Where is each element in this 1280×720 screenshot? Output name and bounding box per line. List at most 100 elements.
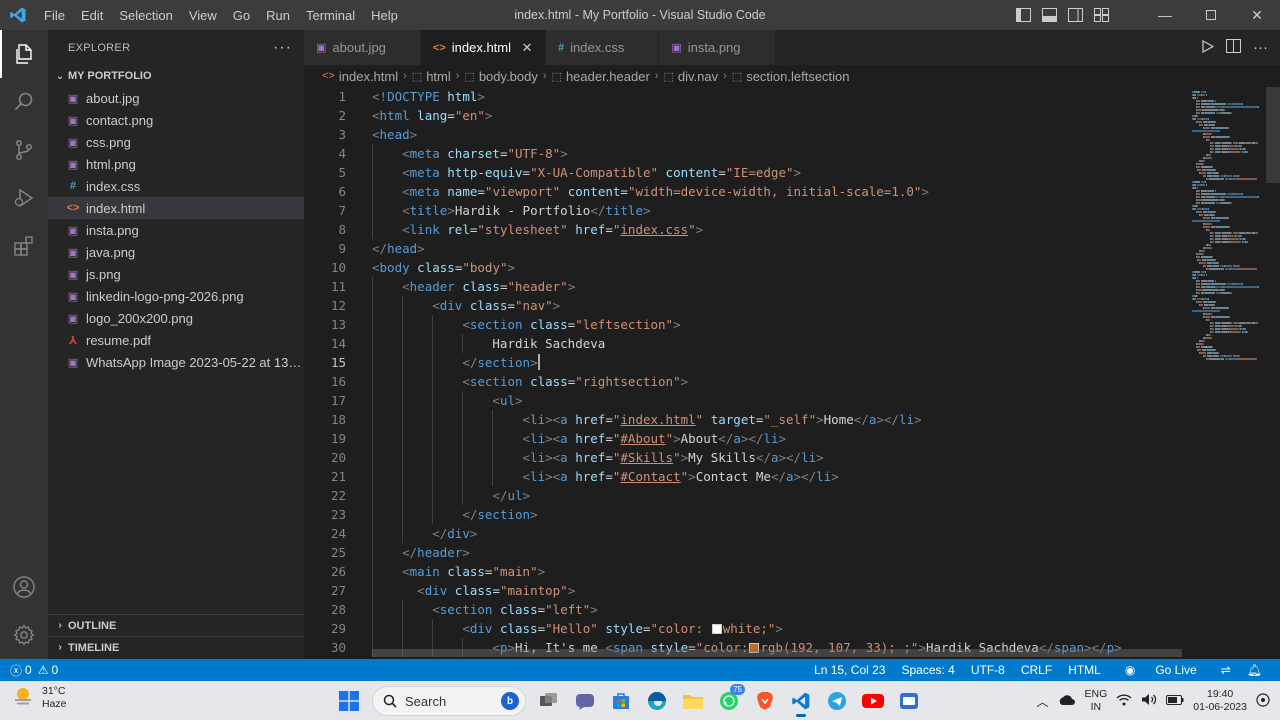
language-indicator[interactable]: ENG IN — [1085, 688, 1108, 714]
maximize-icon[interactable] — [1188, 0, 1234, 30]
outline-section[interactable]: › OUTLINE — [48, 614, 304, 636]
menu-item-edit[interactable]: Edit — [73, 8, 111, 23]
code-text: </ul> — [492, 488, 531, 503]
breadcrumb-item[interactable]: ⬚ html — [412, 69, 451, 84]
toggle-secondary-sidebar-icon[interactable] — [1066, 6, 1084, 24]
folder-header[interactable]: ⌄ MY PORTFOLIO — [48, 65, 304, 87]
feedback-icon[interactable]: ⇌ — [1213, 663, 1239, 677]
horizontal-scrollbar[interactable] — [372, 647, 1184, 657]
indentation[interactable]: Spaces: 4 — [893, 663, 962, 677]
file-item[interactable]: ▣ WhatsApp Image 2023-05-22 at 13.3... — [48, 351, 304, 373]
source-control-icon[interactable] — [0, 126, 48, 174]
problems-indicator[interactable]: ⓧ 0 ⚠ 0 — [10, 662, 58, 679]
tab-about-jpg[interactable]: ▣ about.jpg — [304, 30, 421, 65]
taskbar-search[interactable]: Search b — [372, 686, 526, 716]
menu-item-selection[interactable]: Selection — [111, 8, 180, 23]
file-explorer-icon[interactable] — [676, 684, 710, 718]
youtube-icon[interactable] — [856, 684, 890, 718]
onedrive-cloud-icon[interactable] — [1058, 694, 1076, 709]
color-swatch[interactable] — [711, 624, 722, 634]
menu-item-help[interactable]: Help — [363, 8, 406, 23]
html-icon: <> — [322, 70, 335, 82]
timeline-section[interactable]: › TIMELINE — [48, 636, 304, 658]
brave-browser-icon[interactable] — [748, 684, 782, 718]
file-item[interactable]: ▣ logo_200x200.png — [48, 307, 304, 329]
accounts-icon[interactable] — [0, 563, 48, 611]
file-item[interactable]: ▣ html.png — [48, 153, 304, 175]
file-item[interactable]: <> index.html — [48, 197, 304, 219]
task-view-icon[interactable] — [532, 684, 566, 718]
telegram-icon[interactable] — [820, 684, 854, 718]
battery-icon[interactable] — [1166, 694, 1184, 708]
menu-item-terminal[interactable]: Terminal — [298, 8, 363, 23]
breadcrumb-item[interactable]: ⬚ body.body — [464, 69, 537, 84]
more-actions-icon[interactable]: ··· — [1253, 39, 1268, 56]
go-live-button[interactable]: ◉ Go Live — [1109, 663, 1213, 677]
windows-start-icon[interactable] — [332, 684, 366, 718]
minimap[interactable] — [1184, 87, 1280, 657]
manage-gear-icon[interactable] — [0, 611, 48, 659]
tab-index-html[interactable]: <> index.html ✕ — [420, 30, 547, 65]
toggle-primary-sidebar-icon[interactable] — [1014, 6, 1032, 24]
file-item[interactable]: ▣ insta.png — [48, 219, 304, 241]
split-editor-icon[interactable] — [1226, 39, 1241, 56]
app-window-icon[interactable] — [892, 684, 926, 718]
menu-item-view[interactable]: View — [181, 8, 225, 23]
breadcrumb-label: section.leftsection — [746, 68, 850, 84]
line-number: 21 — [330, 469, 346, 484]
minimize-icon[interactable]: — — [1142, 0, 1188, 30]
volume-icon[interactable] — [1141, 693, 1157, 709]
line-number: 23 — [330, 507, 346, 522]
code-line: 16 <section class="rightsection"> — [304, 372, 1184, 391]
whatsapp-icon[interactable]: 75 — [712, 684, 746, 718]
file-item[interactable]: # index.css — [48, 175, 304, 197]
language-mode[interactable]: HTML — [1060, 663, 1109, 677]
breadcrumb-item[interactable]: <> index.html — [322, 69, 398, 84]
extensions-icon[interactable] — [0, 222, 48, 270]
run-icon[interactable] — [1202, 39, 1215, 56]
file-item[interactable]: ▣ java.png — [48, 241, 304, 263]
file-item[interactable]: ▣ css.png — [48, 131, 304, 153]
image-icon: ▣ — [67, 290, 79, 303]
breadcrumb-item[interactable]: ⬚ header.header — [552, 69, 650, 84]
file-item[interactable]: ⅄ resume.pdf — [48, 329, 304, 351]
clock[interactable]: 19:40 01-06-2023 — [1193, 688, 1247, 714]
line-ending[interactable]: CRLF — [1013, 663, 1060, 677]
tab-index-css[interactable]: # index.css — [546, 30, 660, 65]
explorer-icon[interactable] — [0, 30, 48, 78]
element-icon: ⬚ — [551, 70, 562, 83]
wifi-icon[interactable] — [1116, 693, 1132, 709]
more-actions-icon[interactable]: ··· — [273, 39, 292, 57]
file-item[interactable]: ▣ js.png — [48, 263, 304, 285]
menu-item-go[interactable]: Go — [225, 8, 258, 23]
code-line: 5 <meta http-equiv="X-UA-Compatible" con… — [304, 163, 1184, 182]
edge-browser-icon[interactable] — [640, 684, 674, 718]
weather-widget[interactable]: 31°C Haze — [12, 685, 67, 711]
search-icon[interactable] — [0, 78, 48, 126]
encoding[interactable]: UTF-8 — [963, 663, 1013, 677]
tab-insta-png[interactable]: ▣ insta.png — [659, 30, 776, 65]
file-item[interactable]: ▣ about.jpg — [48, 87, 304, 109]
file-item[interactable]: ▣ linkedin-logo-png-2026.png — [48, 285, 304, 307]
menu-item-run[interactable]: Run — [258, 8, 298, 23]
notifications-bell-icon[interactable]: 🔔︎ — [1239, 663, 1270, 677]
notification-center-icon[interactable] — [1256, 692, 1270, 710]
code-editor[interactable]: 1 <!DOCTYPE html> 2 <html lang="en"> 3 <head>… — [304, 87, 1184, 657]
customize-layout-icon[interactable] — [1092, 6, 1110, 24]
vscode-taskbar-icon[interactable] — [784, 684, 818, 718]
cursor-position[interactable]: Ln 15, Col 23 — [806, 663, 893, 677]
toggle-panel-icon[interactable] — [1040, 6, 1058, 24]
breadcrumb-item[interactable]: ⬚ div.nav — [663, 69, 718, 84]
close-window-icon[interactable]: ✕ — [1234, 0, 1280, 30]
close-icon[interactable]: ✕ — [519, 40, 535, 56]
file-item[interactable]: ▣ contact.png — [48, 109, 304, 131]
teams-chat-icon[interactable] — [568, 684, 602, 718]
line-number: 26 — [330, 564, 346, 579]
breadcrumb-item[interactable]: ⬚ section.leftsection — [732, 69, 850, 84]
error-count: 0 — [25, 663, 32, 677]
run-debug-icon[interactable] — [0, 174, 48, 222]
menu-item-file[interactable]: File — [36, 8, 73, 23]
microsoft-store-icon[interactable] — [604, 684, 638, 718]
vertical-scrollbar[interactable] — [1266, 87, 1280, 183]
chevron-up-icon[interactable]: ︿ — [1037, 693, 1049, 710]
